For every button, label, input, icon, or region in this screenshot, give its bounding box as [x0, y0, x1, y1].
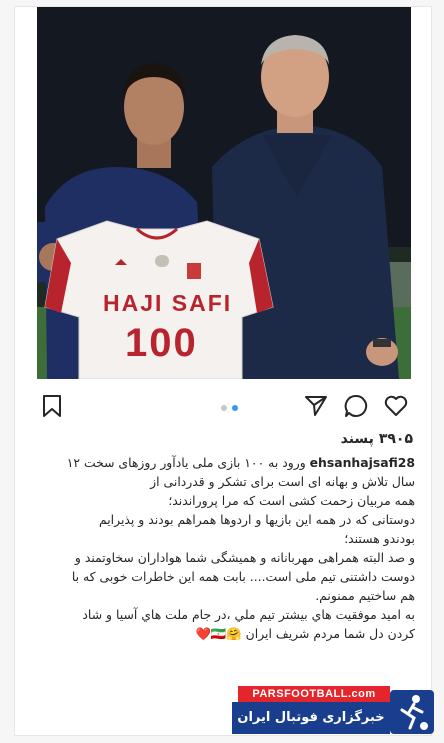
caption-line: هم ساختیم ممنونم. — [315, 588, 415, 603]
post-action-bar — [37, 389, 411, 425]
watermark-tagline: خبرگزاری فوتبال ایران — [232, 702, 390, 734]
caption-line: دوست داشتنی تیم ملی است.... بابت همه این… — [71, 569, 415, 584]
jersey-name: HAJI SAFI — [103, 290, 233, 316]
caption-line: و صد البته همراهی مهربانانه و همیشگی شما… — [74, 550, 415, 565]
send-icon[interactable] — [303, 393, 329, 419]
bookmark-icon[interactable] — [39, 393, 65, 419]
watermark-site: PARSFOOTBALL.com — [238, 686, 390, 702]
post-image — [37, 7, 411, 379]
heart-icon[interactable] — [383, 393, 409, 419]
carousel-indicator — [221, 405, 238, 411]
comment-icon[interactable] — [343, 393, 369, 419]
carousel-dot-active — [232, 405, 238, 411]
instagram-post-card: HAJI SAFI 100 ۳۹۰۵ پسند ehsanhajsafi28 و… — [14, 6, 432, 736]
caption-line: دوستانی که در همه این بازیها و اردوها هم… — [98, 512, 415, 527]
carousel-dot — [221, 405, 227, 411]
post-caption: ehsanhajsafi28 ورود به ۱۰۰ بازی ملی یادآ… — [37, 453, 415, 643]
football-player-icon — [390, 690, 434, 734]
caption-line: کردن دل شما مردم شریف ایران 🤗🇮🇷❤️ — [195, 626, 415, 641]
caption-line: بودندو هستند؛ — [344, 531, 415, 546]
jersey-number: 100 — [125, 321, 198, 365]
caption-line: سال تلاش و بهانه ای است برای تشکر و قدرد… — [150, 474, 415, 489]
likes-count[interactable]: ۳۹۰۵ پسند — [341, 431, 413, 447]
caption-line: همه مربیان زحمت کشی است که مرا پروراندند… — [168, 493, 415, 508]
post-photo[interactable]: HAJI SAFI 100 — [37, 7, 411, 379]
caption-line: ورود به ۱۰۰ بازی ملی یادآور روزهای سخت ۱… — [66, 455, 306, 470]
parsfootball-watermark: PARSFOOTBALL.com خبرگزاری فوتبال ایران — [232, 686, 438, 738]
caption-username[interactable]: ehsanhajsafi28 — [310, 455, 415, 470]
caption-line: به امید موفقیت هاي بيشتر تيم ملي ،در جام… — [82, 607, 415, 622]
